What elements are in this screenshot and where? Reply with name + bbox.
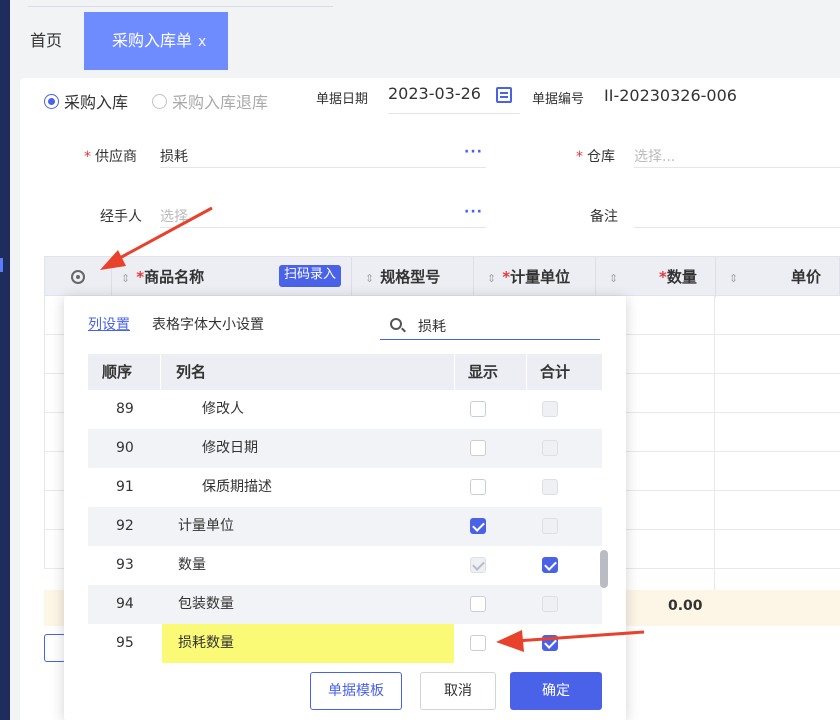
gear-icon[interactable] <box>71 270 85 284</box>
th-price-sort[interactable]: ⇕ <box>729 257 744 297</box>
head-name: 列名 <box>176 363 207 381</box>
app-sidebar-strip <box>0 0 10 720</box>
row-column-name: 包装数量 <box>178 596 234 612</box>
radio-purchase-inbound[interactable]: 采购入库 <box>44 89 128 113</box>
row-order: 93 <box>116 557 134 573</box>
radio-purchase-return[interactable]: 采购入库退库 <box>152 89 268 113</box>
row-order: 89 <box>116 401 134 417</box>
column-setting-row[interactable]: 90 修改日期 <box>88 429 602 468</box>
column-setting-row[interactable]: 92 计量单位 <box>88 507 602 546</box>
head-order: 顺序 <box>102 363 133 381</box>
row-order: 91 <box>116 479 134 495</box>
handler-label: 经手人 <box>100 209 142 225</box>
qty-sum-value: 0.00 <box>668 598 703 614</box>
doc-number-value: II-20230326-006 <box>604 86 737 105</box>
th-spec[interactable]: ⇕ 规格型号 <box>365 257 440 297</box>
supplier-label: * 供应商 <box>84 149 137 165</box>
row-order: 95 <box>116 635 134 651</box>
calendar-icon[interactable] <box>496 87 512 103</box>
search-icon <box>390 318 402 330</box>
sum-checkbox[interactable] <box>542 557 558 573</box>
confirm-button[interactable]: 确定 <box>510 672 602 710</box>
cancel-button[interactable]: 取消 <box>420 672 496 710</box>
row-column-name: 修改日期 <box>202 440 258 456</box>
sum-checkbox <box>542 596 558 612</box>
row-order: 94 <box>116 596 134 612</box>
show-checkbox[interactable] <box>470 401 486 417</box>
column-setting-row[interactable]: 89 修改人 <box>88 390 602 429</box>
sum-checkbox[interactable] <box>542 635 558 651</box>
column-search-input[interactable]: 损耗 <box>380 310 600 340</box>
tab-bar: 首页 采购入库单 x <box>10 12 840 70</box>
remark-label: 备注 <box>590 209 618 225</box>
doc-number-label: 单据编号 <box>532 92 585 107</box>
tab-purchase-inbound[interactable]: 采购入库单 x <box>84 12 228 70</box>
radio-dot <box>44 93 59 109</box>
tab-column-settings[interactable]: 列设置 <box>88 314 130 334</box>
show-checkbox[interactable] <box>470 596 486 612</box>
th-price[interactable]: 单价 <box>791 257 821 297</box>
sum-checkbox <box>542 518 558 534</box>
radio-dot <box>152 93 168 109</box>
top-bar <box>10 0 840 12</box>
sum-checkbox <box>542 440 558 456</box>
show-checkbox <box>470 557 486 573</box>
row-column-name: 损耗数量 <box>178 635 234 651</box>
column-setting-row[interactable]: 93 数量 <box>88 546 602 585</box>
row-order: 90 <box>116 440 134 456</box>
tab-purchase-inbound-label: 采购入库单 <box>112 31 193 50</box>
column-setting-row[interactable]: 94 包装数量 <box>88 585 602 624</box>
row-column-name: 数量 <box>178 557 206 573</box>
doc-template-button[interactable]: 单据模板 <box>310 672 402 710</box>
more-icon[interactable]: ··· <box>464 144 483 160</box>
column-setting-row[interactable]: 95 损耗数量 <box>88 624 602 663</box>
tab-home[interactable]: 首页 <box>30 12 62 70</box>
type-radio-group: 采购入库 采购入库退库 <box>44 90 292 112</box>
column-setting-row[interactable]: 91 保质期描述 <box>88 468 602 507</box>
row-column-name: 计量单位 <box>178 518 234 534</box>
warehouse-label: * 仓库 <box>576 149 615 165</box>
sum-checkbox <box>542 401 558 417</box>
head-show: 显示 <box>468 363 499 381</box>
th-unit[interactable]: ⇕ *计量单位 <box>487 257 570 297</box>
show-checkbox[interactable] <box>470 518 486 534</box>
row-column-name: 保质期描述 <box>202 479 272 495</box>
column-settings-table: 顺序 列名 显示 合计 89 修改人 90 修改日期 91 保质期描述 92 计量单位 93 数量… <box>88 354 602 663</box>
table-header: ⇕ *商品名称 扫码录入 ⇕ 规格型号 ⇕ *计量单位 ⇕ *数量 ⇕ 单价 <box>44 256 840 297</box>
head-sum: 合计 <box>540 363 571 381</box>
column-search-value: 损耗 <box>418 319 446 335</box>
date-label: 单据日期 <box>316 92 369 107</box>
column-settings-header: 顺序 列名 显示 合计 <box>88 354 602 390</box>
close-icon[interactable]: x <box>198 34 206 50</box>
popup-scrollbar[interactable] <box>600 550 608 588</box>
tab-font-size-settings[interactable]: 表格字体大小设置 <box>152 314 264 334</box>
column-settings-rows: 89 修改人 90 修改日期 91 保质期描述 92 计量单位 93 数量 94 包装数量 95 损耗数量 <box>88 390 602 663</box>
show-checkbox[interactable] <box>470 479 486 495</box>
warehouse-input[interactable]: 选择... <box>634 140 840 168</box>
row-column-name: 修改人 <box>202 401 244 417</box>
more-icon[interactable]: ··· <box>464 204 483 220</box>
th-qty[interactable]: *数量 <box>659 257 697 297</box>
add-row-button[interactable] <box>44 634 66 662</box>
row-order: 92 <box>116 518 134 534</box>
handler-input[interactable]: 选择 <box>160 200 486 228</box>
remark-input[interactable] <box>634 200 840 228</box>
column-settings-popup: 列设置 表格字体大小设置 损耗 顺序 列名 显示 合计 89 修改人 90 修改日期 9… <box>64 296 626 720</box>
scan-entry-button[interactable]: 扫码录入 <box>279 265 342 287</box>
sidebar-marker <box>0 258 3 272</box>
show-checkbox[interactable] <box>470 440 486 456</box>
th-product[interactable]: ⇕ *商品名称 <box>121 257 204 297</box>
show-checkbox[interactable] <box>470 635 486 651</box>
th-qty-sort[interactable]: ⇕ <box>609 257 624 297</box>
supplier-input[interactable]: 损耗 <box>160 140 486 168</box>
sum-checkbox <box>542 479 558 495</box>
